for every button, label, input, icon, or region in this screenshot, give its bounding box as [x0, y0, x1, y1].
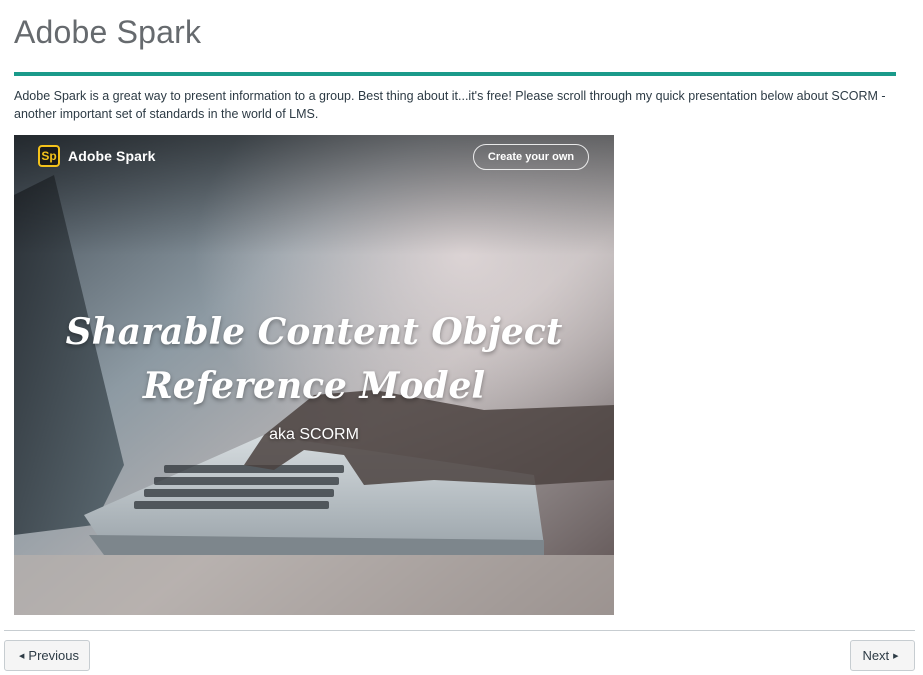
next-label: Next — [862, 648, 890, 663]
spark-brand-label: Adobe Spark — [68, 148, 156, 164]
adobe-spark-logo-icon: Sp — [38, 145, 60, 167]
footer-divider — [4, 630, 915, 631]
adobe-spark-embed[interactable]: Sp Adobe Spark Create your own Sharable … — [14, 135, 614, 615]
headline-line-2: Reference Model — [142, 365, 486, 407]
presentation-headline: Sharable Content Object Reference Model — [34, 305, 594, 413]
presentation-subtitle: aka SCORM — [269, 426, 359, 443]
previous-label: Previous — [28, 648, 79, 663]
title-divider — [14, 72, 896, 76]
headline-line-1: Sharable Content Object — [65, 311, 563, 353]
intro-paragraph: Adobe Spark is a great way to present in… — [14, 89, 886, 121]
previous-button[interactable]: ◀ Previous — [4, 640, 90, 671]
create-your-own-button[interactable]: Create your own — [473, 144, 589, 170]
page: Adobe Spark Adobe Spark is a great way t… — [0, 0, 923, 675]
triangle-left-icon: ◀ — [19, 652, 25, 660]
page-title: Adobe Spark — [14, 14, 202, 50]
triangle-right-icon: ▶ — [893, 652, 899, 660]
spark-brand[interactable]: Sp Adobe Spark — [38, 145, 155, 167]
next-button[interactable]: Next ▶ — [850, 640, 915, 671]
